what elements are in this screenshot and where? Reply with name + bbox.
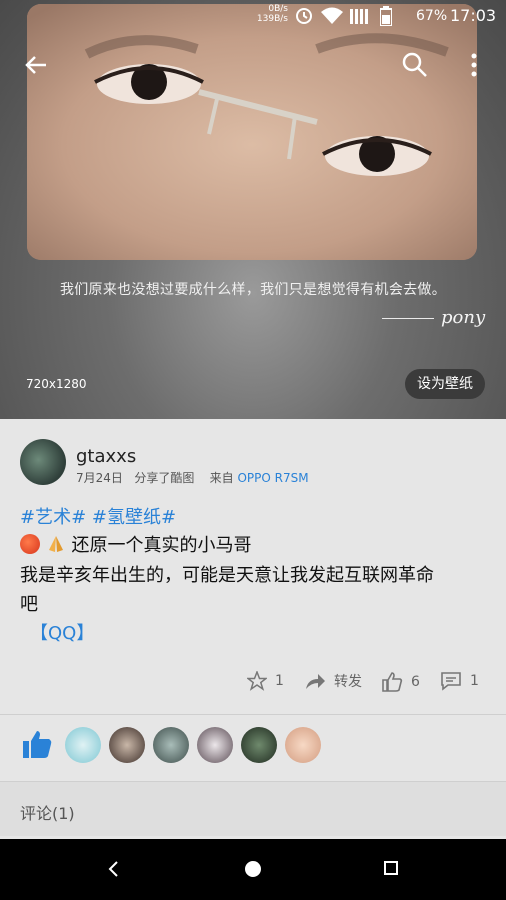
post-meta: 7月24日 分享了酷图 来自 OPPO R7SM <box>76 469 309 486</box>
battery-icon <box>380 6 392 26</box>
star-icon <box>247 671 267 691</box>
nav-back-icon[interactable] <box>104 859 124 879</box>
search-button[interactable] <box>400 50 430 80</box>
post-date: 7月24日 <box>76 471 123 485</box>
comment-button[interactable]: 1 <box>440 671 479 691</box>
battery-percent: 67% <box>416 8 448 24</box>
status-icons <box>294 6 392 26</box>
thumb-up-icon <box>382 672 403 692</box>
nav-home-icon[interactable] <box>245 861 261 877</box>
wallpaper-photo <box>27 4 477 260</box>
sync-icon <box>296 8 312 24</box>
like-button[interactable]: 6 <box>381 671 420 693</box>
nav-recent-icon[interactable] <box>384 861 398 875</box>
forward-button[interactable]: 转发 <box>304 671 362 691</box>
post-card: gtaxxs 7月24日 分享了酷图 来自 OPPO R7SM #艺术# #氢壁… <box>0 419 506 839</box>
face-illustration <box>27 4 477 260</box>
avatar[interactable] <box>20 439 66 485</box>
speed-down: 139B/s <box>256 14 288 24</box>
post-text-line3: 吧 <box>20 594 38 615</box>
qq-link[interactable]: 【QQ】 <box>30 619 94 645</box>
status-bar: 0B/s 139B/s 67% 17:03 <box>0 0 506 30</box>
clock: 17:03 <box>450 6 497 25</box>
post-shared: 分享了酷图 <box>134 471 195 485</box>
liker-avatar[interactable] <box>153 727 189 763</box>
wifi-icon <box>321 7 343 24</box>
forward-icon <box>306 674 325 689</box>
back-arrow-icon <box>25 56 46 74</box>
signature: pony <box>441 307 486 328</box>
comment-count: 1 <box>470 673 479 689</box>
post-text-line1: 还原一个真实的小马哥 <box>71 535 252 556</box>
username[interactable]: gtaxxs <box>76 446 136 467</box>
favorite-count: 1 <box>275 673 284 689</box>
post-line-1: 还原一个真实的小马哥 <box>20 531 251 557</box>
set-wallpaper-button[interactable]: 设为壁纸 <box>405 369 485 399</box>
comments-header: 评论(1) <box>0 781 506 836</box>
more-button[interactable] <box>464 50 484 80</box>
network-speed: 0B/s 139B/s <box>248 4 288 24</box>
liker-avatar[interactable] <box>241 727 277 763</box>
search-icon <box>402 52 427 77</box>
folded-hands-icon <box>48 536 63 552</box>
post-tags[interactable]: #艺术# #氢壁纸# <box>20 503 176 529</box>
post-text-line2: 我是辛亥年出生的，可能是天意让我发起互联网革命 <box>20 565 434 586</box>
signature-line <box>382 318 434 319</box>
angry-face-icon <box>20 534 40 554</box>
wallpaper-quote: 我们原来也没想过要成什么样，我们只是想觉得有机会去做。 <box>59 282 447 298</box>
thumb-up-filled-icon <box>23 731 52 758</box>
resolution-label: 720x1280 <box>26 377 87 391</box>
wallpaper-preview: 0B/s 139B/s 67% 17:03 我们原来也没想过要成什么样，我们只是… <box>0 0 506 419</box>
comments-title: 评论(1) <box>20 804 75 823</box>
system-navigation-bar <box>0 839 506 900</box>
from-label: 来自 <box>209 471 234 485</box>
device-name: OPPO R7SM <box>237 471 309 485</box>
back-button[interactable] <box>22 50 52 80</box>
liker-avatar[interactable] <box>65 727 101 763</box>
toolbar <box>0 50 506 80</box>
liker-avatar[interactable] <box>285 727 321 763</box>
signal-icon <box>350 9 368 24</box>
likers-row <box>0 715 506 773</box>
liker-avatar[interactable] <box>109 727 145 763</box>
comment-icon <box>441 672 461 691</box>
liker-avatar[interactable] <box>197 727 233 763</box>
forward-label: 转发 <box>334 674 362 690</box>
favorite-button[interactable]: 1 <box>247 671 284 691</box>
more-vertical-icon <box>471 53 477 77</box>
like-count: 6 <box>411 674 420 690</box>
speed-up: 0B/s <box>268 4 288 14</box>
post-actions: 1 转发 6 1 <box>0 671 506 697</box>
